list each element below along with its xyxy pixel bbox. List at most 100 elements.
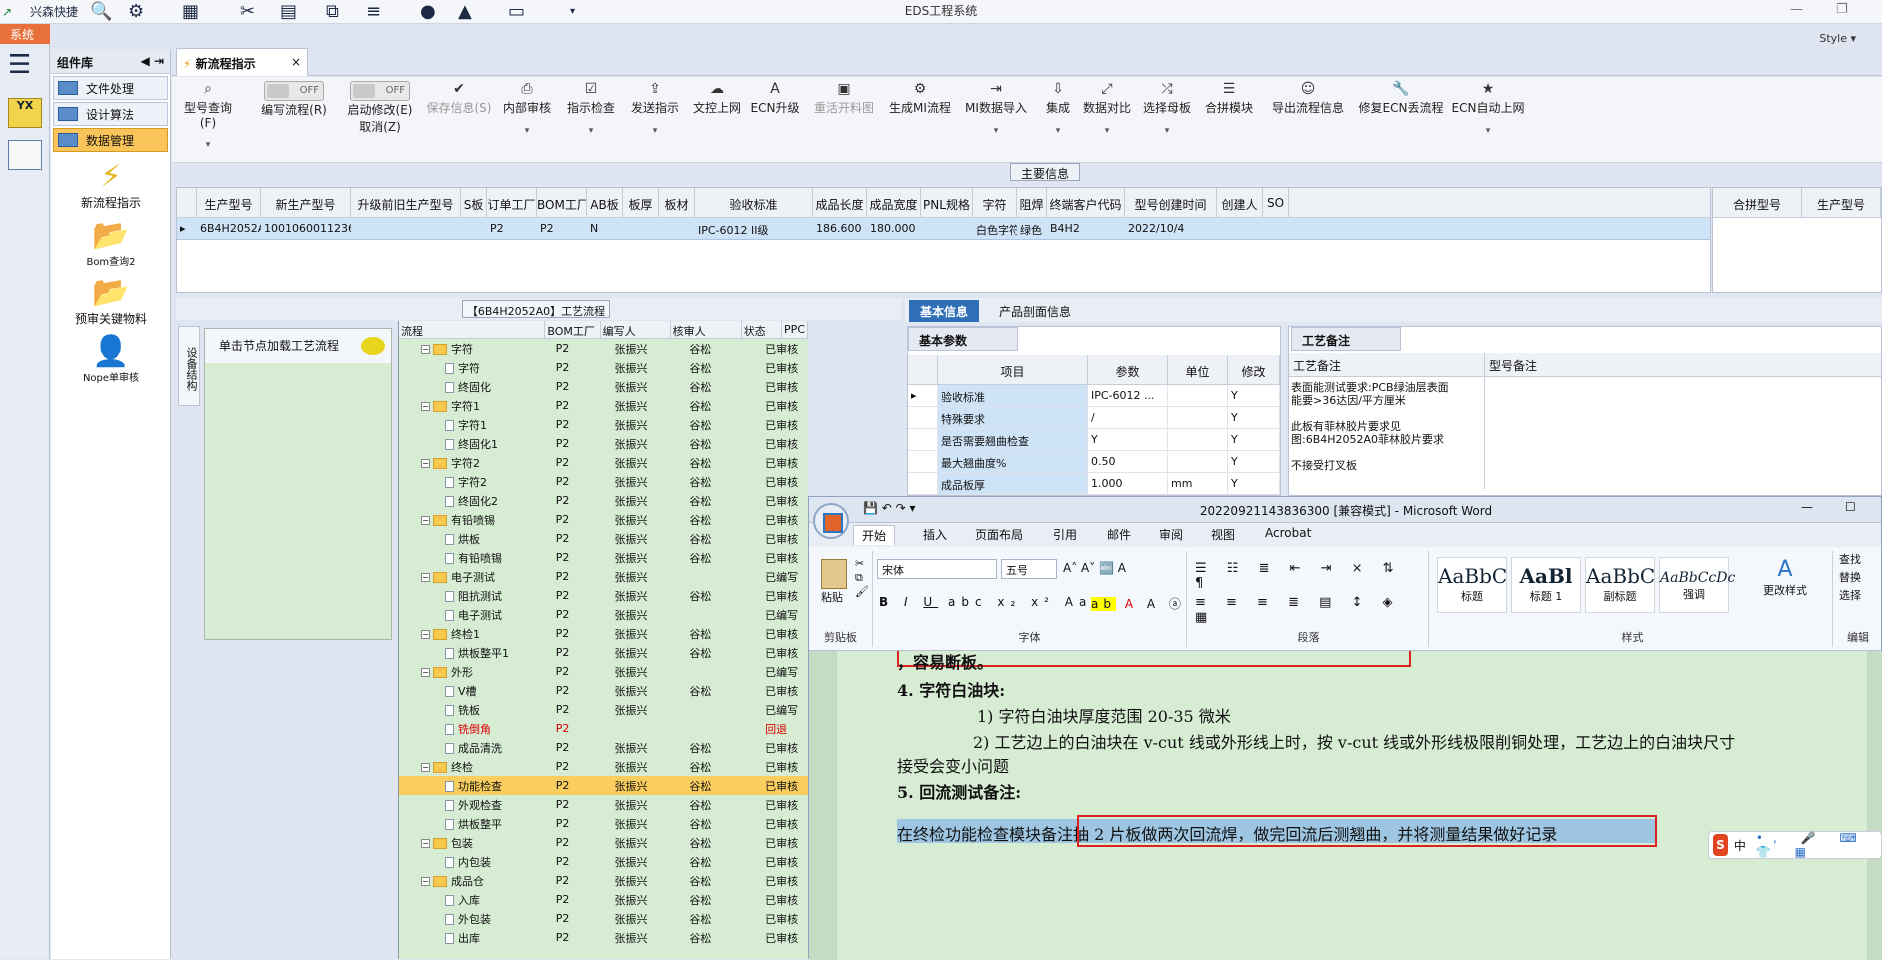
table-cell[interactable]: 2022/10/4 (1125, 218, 1217, 239)
tree-row[interactable]: 成品清洗 P2 张振兴 谷松 已审核 (399, 738, 808, 757)
tree-node[interactable]: − 电子测试 (399, 569, 556, 585)
tree-row[interactable]: 电子测试 P2 张振兴 已编写 (399, 605, 808, 624)
model-query-button[interactable]: ⌕ 型号查询(F) ▾ (180, 81, 236, 150)
tree-node[interactable]: 有铅喷锡 (399, 550, 556, 566)
sidebar-item-algorithm[interactable]: 设计算法 (53, 102, 168, 126)
table-row[interactable]: 特殊要求 / Y (908, 407, 1280, 429)
tree-node[interactable]: 出库 (399, 930, 556, 946)
table-cell[interactable] (1168, 385, 1228, 406)
calculator-icon[interactable] (8, 140, 42, 170)
table-row[interactable]: ▸6B4H2052A010010600112361P2P2NIPC-6012 I… (177, 218, 1710, 240)
tree-row[interactable]: − 字符1 P2 张振兴 谷松 已审核 (399, 396, 808, 415)
table-cell[interactable] (921, 218, 973, 239)
column-header[interactable]: 升级前旧生产型号 (351, 188, 461, 217)
merge-module-button[interactable]: ☰ 合拼模块 (1202, 81, 1256, 116)
table-cell[interactable]: P2 (537, 218, 587, 239)
export-process-button[interactable]: ☺ 导出流程信息 (1266, 81, 1350, 116)
system-menu-button[interactable]: 系统 (0, 24, 50, 44)
collapse-icon[interactable]: − (421, 668, 430, 677)
table-cell[interactable]: IPC-6012 II级 (695, 218, 813, 239)
table-cell[interactable] (461, 218, 487, 239)
collapse-icon[interactable]: − (421, 516, 430, 525)
sidebar-item-file[interactable]: 文件处理 (53, 76, 168, 100)
column-header[interactable]: 编写人 (601, 321, 671, 338)
sidebar-item-data[interactable]: 数据管理 (53, 128, 168, 152)
ecn-upgrade-button[interactable]: A ECN升级 (750, 81, 800, 116)
grow-shrink-icons[interactable]: A˄ A˅ 🔤 A (1063, 561, 1126, 575)
column-header[interactable]: 合拼型号 (1713, 188, 1802, 217)
edit-buttons[interactable]: 查找 替换 选择 (1833, 551, 1882, 605)
process-tree[interactable]: 流程 BOM工厂 编写人 核审人 状态 PPC − 字符 P2 张振兴 谷松 已审核 字符 P2 张振兴谷… (398, 321, 808, 959)
launcher-preaudit[interactable]: 📂 预审关键物料 (51, 276, 171, 327)
tree-node[interactable]: 烘板 (399, 531, 556, 547)
column-header[interactable]: PNL规格 (921, 188, 973, 217)
table-cell[interactable]: 最大翘曲度% (938, 451, 1088, 472)
word-tab-view[interactable]: 视图 (1211, 526, 1235, 543)
table-cell[interactable]: 10010600112361 (261, 218, 351, 239)
merge-model-grid[interactable]: 合拼型号 生产型号 (1712, 187, 1882, 293)
tree-row[interactable]: − 成品仓 P2 张振兴 谷松 已审核 (399, 871, 808, 890)
tab-profile-info[interactable]: 产品剖面信息 (985, 300, 1085, 322)
tree-node[interactable]: 字符2 (399, 474, 556, 490)
font-name-select[interactable]: 宋体 (877, 559, 997, 579)
table-cell[interactable]: Y (1228, 429, 1280, 450)
hamburger-icon[interactable]: ☰ (8, 52, 41, 78)
column-header[interactable]: SO (1263, 188, 1289, 217)
table-cell[interactable]: 白色字符 (973, 218, 1017, 239)
tree-row[interactable]: − 外形 P2 张振兴 已编写 (399, 662, 808, 681)
redraw-cutting-button[interactable]: ▣ 重活开料图 (812, 81, 876, 116)
tab-basic-info[interactable]: 基本信息 (909, 300, 979, 322)
column-header[interactable]: 生产型号 (197, 188, 261, 217)
word-tab-acrobat[interactable]: Acrobat (1265, 526, 1311, 540)
table-cell[interactable]: B4H2 (1047, 218, 1125, 239)
table-cell[interactable]: 是否需要翘曲检查 (938, 429, 1088, 450)
table-cell[interactable]: 成品板厚 (938, 473, 1088, 494)
word-tab-insert[interactable]: 插入 (923, 526, 947, 543)
collapse-icon[interactable]: − (421, 839, 430, 848)
tree-row[interactable]: − 终检1 P2 张振兴 谷松 已审核 (399, 624, 808, 643)
tree-node[interactable]: − 包装 (399, 835, 556, 851)
tree-row[interactable]: 有铅喷锡 P2 张振兴 谷松 已审核 (399, 548, 808, 567)
table-cell[interactable] (623, 218, 659, 239)
table-row[interactable]: 成品板厚 1.000 mm Y (908, 473, 1280, 495)
table-cell[interactable]: 绿色 (1017, 218, 1047, 239)
generate-mi-button[interactable]: ⚙ 生成MI流程 (888, 81, 952, 116)
column-header[interactable]: 核审人 (671, 321, 742, 338)
find-button[interactable]: 查找 (1839, 553, 1861, 566)
column-header[interactable]: 型号创建时间 (1125, 188, 1217, 217)
data-compare-button[interactable]: ⤢ 数据对比 ▾ (1082, 81, 1132, 136)
tree-node[interactable]: − 字符1 (399, 398, 556, 414)
tree-node[interactable]: V槽 (399, 683, 556, 699)
tree-node[interactable]: 铣倒角 (399, 721, 556, 737)
align-buttons[interactable]: ≡ ≡ ≡ ≣ ▤ ↕ ◈ ▦ (1195, 595, 1428, 625)
tree-node[interactable]: 字符1 (399, 417, 556, 433)
tree-node[interactable]: 字符 (399, 360, 556, 376)
tree-row[interactable]: − 字符2 P2 张振兴 谷松 已审核 (399, 453, 808, 472)
launcher-nope-audit[interactable]: 👤 Nope单审核 (51, 335, 171, 385)
tree-body[interactable]: − 字符 P2 张振兴 谷松 已审核 字符 P2 张振兴 谷松 已审核 终固化 P2 张振兴 谷松 已审核 − 字… (399, 339, 808, 947)
table-row[interactable]: ▸ 验收标准 IPC-6012 ... Y (908, 385, 1280, 407)
tree-row[interactable]: − 包装 P2 张振兴 谷松 已审核 (399, 833, 808, 852)
tree-row[interactable]: 烘板 P2 张振兴 谷松 已审核 (399, 529, 808, 548)
table-cell[interactable]: / (1088, 407, 1168, 428)
collapse-icon[interactable]: − (421, 573, 430, 582)
word-page[interactable]: ，容易断板。 4. 字符白油块: 1) 字符白油块厚度范围 20-35 微米 2… (837, 651, 1867, 960)
table-cell[interactable]: Y (1228, 407, 1280, 428)
paste-icon[interactable] (821, 559, 847, 589)
instruction-check-button[interactable]: ☑ 指示检查 ▾ (566, 81, 616, 136)
tree-row[interactable]: 烘板整平1 P2 张振兴 谷松 已审核 (399, 643, 808, 662)
column-header[interactable]: 板材 (659, 188, 695, 217)
tree-node[interactable]: 终固化1 (399, 436, 556, 452)
table-cell[interactable]: 6B4H2052A0 (197, 218, 261, 239)
column-header[interactable]: BOM工厂 (537, 188, 587, 217)
tree-row[interactable]: 终固化1 P2 张振兴 谷松 已审核 (399, 434, 808, 453)
craft-notes-text[interactable]: 表面能测试要求:PCB绿油层表面 能要>36达因/平方厘米 此板有菲林胶片要求见 图:… (1289, 377, 1485, 489)
tree-row[interactable]: − 电子测试 P2 张振兴 已编写 (399, 567, 808, 586)
tree-row[interactable]: − 终检 P2 张振兴 谷松 已审核 (399, 757, 808, 776)
minimize-icon[interactable]: — (1801, 500, 1813, 514)
tree-node[interactable]: 功能检查 (399, 778, 556, 794)
column-header[interactable]: 生产型号 (1802, 188, 1881, 217)
column-header[interactable]: AB板 (587, 188, 623, 217)
integrate-button[interactable]: ⇩ 集成 ▾ (1040, 81, 1076, 136)
column-header[interactable]: 终端客户代码 (1047, 188, 1125, 217)
